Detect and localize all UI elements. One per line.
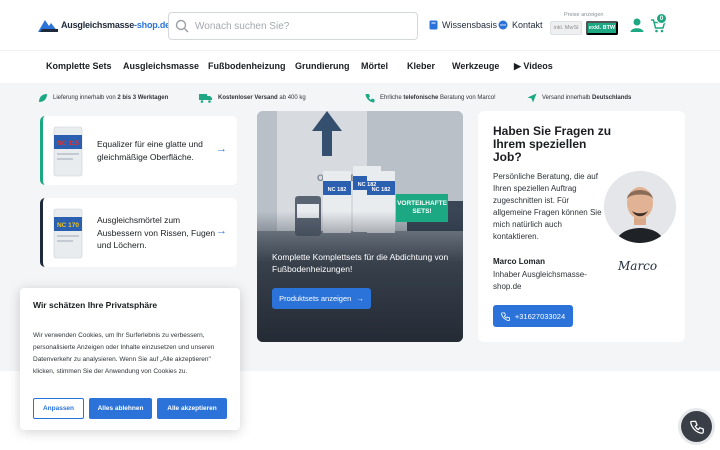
search-box[interactable]: [168, 12, 418, 40]
knowledge-base-label: Wissensbasis: [442, 20, 498, 30]
usp-germany-shipping: Versand innerhalb Deutschlands: [527, 93, 631, 103]
cart-count-badge: 0: [656, 13, 667, 24]
usp-phone-advice: Ehrliche telefonische Beratung von Marco…: [365, 93, 496, 103]
signature: Marco: [618, 259, 658, 273]
price-toggle-label: Preise anzeigen: [564, 12, 604, 18]
avatar: [604, 171, 676, 243]
usp-delivery-pre: Lieferung innerhalb von: [53, 95, 118, 101]
contact-name: Marco Loman: [493, 257, 546, 266]
phone-number: +31627033024: [514, 311, 566, 321]
show-product-sets-button[interactable]: Produktsets anzeigen →: [272, 288, 371, 309]
nav-item-tools[interactable]: Werkzeuge: [452, 61, 499, 71]
product-card-equalizer[interactable]: NC 115 Equalizer für eine glatte und gle…: [40, 116, 237, 185]
usp-germany-pre: Versand innerhalb: [542, 95, 593, 101]
main-nav: Komplette Sets Ausgleichsmasse Fußbodenh…: [0, 50, 720, 82]
support-chat-button[interactable]: [681, 411, 712, 442]
cart-button[interactable]: 0: [650, 13, 670, 35]
product-bag-image: NC 115: [53, 126, 83, 177]
product-bag-label: NC 170: [57, 222, 79, 229]
cookie-customize-button[interactable]: Anpassen: [33, 398, 84, 419]
cookie-accept-all-button[interactable]: Alle akzeptieren: [157, 398, 227, 419]
site-header: Ausgleichsmasse-shop.de Wissensbasis Kon…: [0, 0, 720, 50]
cookie-consent-dialog: Wir schätzen Ihre Privatsphäre Wir verwe…: [20, 288, 240, 430]
product-card-text: Ausgleichsmörtel zum Ausbessern von Riss…: [97, 215, 216, 250]
search-input[interactable]: [195, 20, 415, 32]
nav-item-leveling-compound[interactable]: Ausgleichsmasse: [123, 61, 199, 71]
hero-overlay: [257, 211, 463, 342]
cookie-title: Wir schätzen Ihre Privatsphäre: [33, 300, 158, 310]
contact-title: Haben Sie Fragen zu Ihrem speziellen Job…: [493, 124, 612, 164]
send-icon: [527, 93, 537, 103]
usp-phone-bold: telefonische: [403, 95, 439, 101]
cookie-text: Wir verwenden Cookies, um Ihr Surferlebn…: [33, 332, 215, 375]
arrow-right-icon: →: [356, 294, 364, 303]
hero-banner: OKOUNE UZIN P NC 182 NC 182 NC 182 VORTE…: [257, 111, 463, 342]
price-incl-vat-button[interactable]: inkl. MwSt: [550, 21, 582, 35]
logo-main-text: Ausgleichsmasse: [61, 20, 135, 30]
truck-icon: [199, 94, 212, 103]
price-toggle: Preise anzeigen inkl. MwSt exkl. BTW: [550, 12, 620, 35]
logo-icon: [38, 20, 58, 32]
arrow-right-icon: →: [216, 143, 227, 155]
hero-text: Komplette Komplettsets für die Abdichtun…: [272, 252, 449, 274]
usp-delivery-bold: 2 bis 3 Werktagen: [117, 95, 169, 101]
call-button[interactable]: +31627033024: [493, 305, 573, 327]
arrow-right-icon: →: [216, 225, 227, 237]
product-card-text: Equalizer für eine glatte und gleichmäßi…: [97, 139, 203, 162]
contact-role: Inhaber Ausgleichsmasse-shop.de: [493, 270, 587, 291]
search-icon: [175, 19, 189, 33]
nav-item-primer[interactable]: Grundierung: [295, 61, 350, 71]
nav-item-adhesive[interactable]: Kleber: [407, 61, 435, 71]
nav-item-videos[interactable]: ▶ Videos: [514, 61, 553, 72]
phone-icon: [500, 311, 510, 321]
contact-label: Kontakt: [512, 20, 543, 30]
site-logo[interactable]: Ausgleichsmasse-shop.de: [38, 18, 170, 32]
contact-text: Persönliche Beratung, die auf Ihren spez…: [493, 172, 602, 241]
user-icon: [630, 18, 644, 32]
usp-delivery: Lieferung innerhalb von 2 bis 3 Werktage…: [38, 93, 168, 103]
nav-item-complete-sets[interactable]: Komplette Sets: [46, 61, 112, 71]
account-button[interactable]: [629, 17, 645, 33]
logo-accent-text: -shop.de: [134, 20, 170, 30]
price-excl-vat-button[interactable]: exkl. BTW: [586, 21, 618, 35]
usp-phone-post: Beratung von Marco!: [438, 95, 496, 101]
usp-free-shipping-bold: Kostenloser Versand: [218, 95, 278, 101]
hero-bag-label: NC 182: [328, 187, 347, 193]
contact-card: Haben Sie Fragen zu Ihrem speziellen Job…: [478, 111, 685, 342]
phone-icon: [689, 420, 704, 434]
usp-free-shipping-post: ab 400 kg: [277, 95, 306, 101]
usp-phone-pre: Ehrliche: [380, 95, 404, 101]
book-icon: [429, 20, 438, 30]
usp-free-shipping: Kostenloser Versand ab 400 kg: [199, 93, 306, 103]
person-photo: [604, 171, 676, 243]
product-bag-image: NC 170: [53, 208, 83, 259]
phone-icon: [365, 94, 375, 103]
show-product-sets-label: Produktsets anzeigen: [279, 294, 352, 303]
hero-sets-badge: VORTEILHAFTE SETS!: [396, 194, 448, 222]
usp-bar: Lieferung innerhalb von 2 bis 3 Werktage…: [0, 83, 720, 111]
hero-bag-label: NC 182: [372, 187, 391, 193]
knowledge-base-link[interactable]: Wissensbasis: [429, 20, 497, 30]
chat-icon: [498, 20, 508, 30]
contact-link[interactable]: Kontakt: [498, 20, 543, 30]
product-bag-label: NC 115: [57, 140, 79, 147]
usp-germany-bold: Deutschlands: [592, 95, 632, 101]
cookie-reject-all-button[interactable]: Alles ablehnen: [89, 398, 152, 419]
nav-item-floor-heating[interactable]: Fußbodenheizung: [208, 61, 285, 71]
leaf-icon: [39, 94, 47, 102]
nav-item-mortar[interactable]: Mörtel: [361, 61, 388, 71]
product-card-leveling-mortar[interactable]: NC 170 Ausgleichsmörtel zum Ausbessern v…: [40, 198, 237, 267]
